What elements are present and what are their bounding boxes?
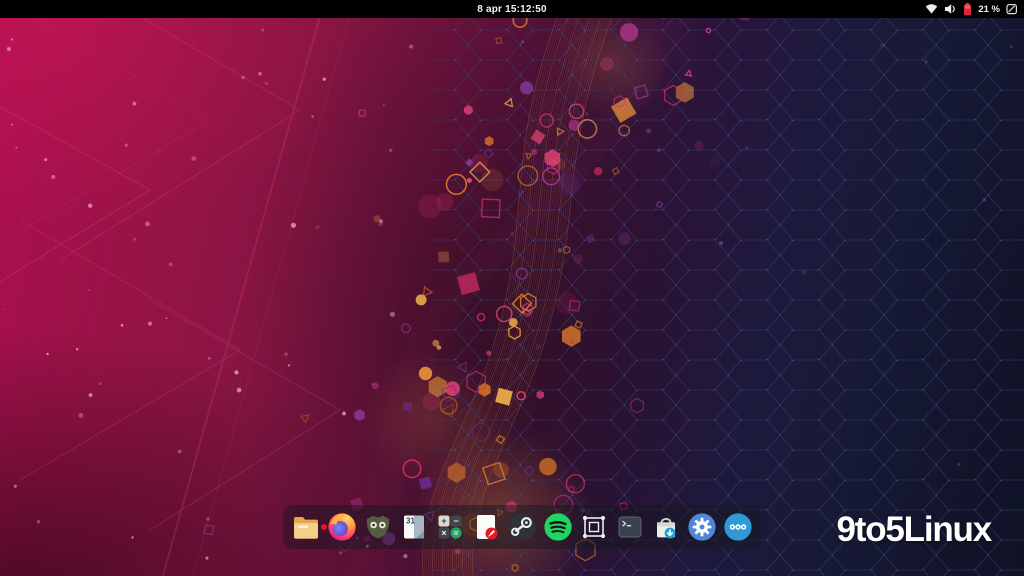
software-bag-download-icon <box>651 512 681 542</box>
top-panel: 8 apr 15:12:50 21 % <box>0 0 1024 18</box>
hex-lattice <box>430 0 1024 576</box>
left-facets <box>0 0 360 576</box>
dock-item-frame-tool[interactable] <box>578 511 610 543</box>
battery-percent-label: 21 % <box>978 4 1000 15</box>
calc-plus-glyph: + <box>441 516 446 526</box>
dock-item-files[interactable] <box>290 511 322 543</box>
status-indicator-icon <box>1006 3 1018 15</box>
calc-minus-glyph: − <box>453 516 458 526</box>
wallpaper-art <box>0 0 1024 576</box>
settings-gear-icon <box>687 512 717 542</box>
dock-item-owl-app[interactable] <box>362 511 394 543</box>
dock-item-settings[interactable] <box>686 511 718 543</box>
dock: 31 + − × = <box>283 505 761 549</box>
dock-item-calendar[interactable]: 31 <box>398 511 430 543</box>
system-status-area[interactable]: 21 % <box>925 0 1018 18</box>
steam-icon <box>507 512 537 542</box>
dock-item-terminal[interactable] <box>614 511 646 543</box>
volume-icon <box>944 3 957 15</box>
terminal-icon <box>615 512 645 542</box>
dock-item-show-apps[interactable] <box>722 511 754 543</box>
dock-item-steam[interactable] <box>506 511 538 543</box>
more-dots-icon <box>723 512 753 542</box>
dock-item-software[interactable] <box>650 511 682 543</box>
desktop-wallpaper <box>0 0 1024 576</box>
text-editor-pencil-icon <box>471 512 501 542</box>
owl-icon <box>363 512 393 542</box>
wifi-icon <box>925 3 938 15</box>
red-notification-dot <box>321 524 327 530</box>
transform-frame-icon <box>579 512 609 542</box>
firefox-icon <box>327 512 357 542</box>
calendar-day-glyph: 31 <box>406 517 415 526</box>
dock-item-text-editor[interactable] <box>470 511 502 543</box>
battery-low-red-icon <box>963 3 972 16</box>
clock-button[interactable]: 8 apr 15:12:50 <box>469 0 555 18</box>
dock-item-spotify[interactable] <box>542 511 574 543</box>
calculator-icon: + − × = <box>435 512 465 542</box>
calc-times-glyph: × <box>441 528 446 538</box>
dock-item-firefox[interactable] <box>326 511 358 543</box>
9to5linux-watermark: 9to5Linux <box>837 510 992 550</box>
calc-equals-glyph: = <box>454 528 459 538</box>
files-folder-icon <box>291 512 321 542</box>
spotify-icon <box>543 512 573 542</box>
calendar-icon: 31 <box>399 512 429 542</box>
dock-item-calculator[interactable]: + − × = <box>434 511 466 543</box>
clock-label: 8 apr 15:12:50 <box>477 4 547 15</box>
